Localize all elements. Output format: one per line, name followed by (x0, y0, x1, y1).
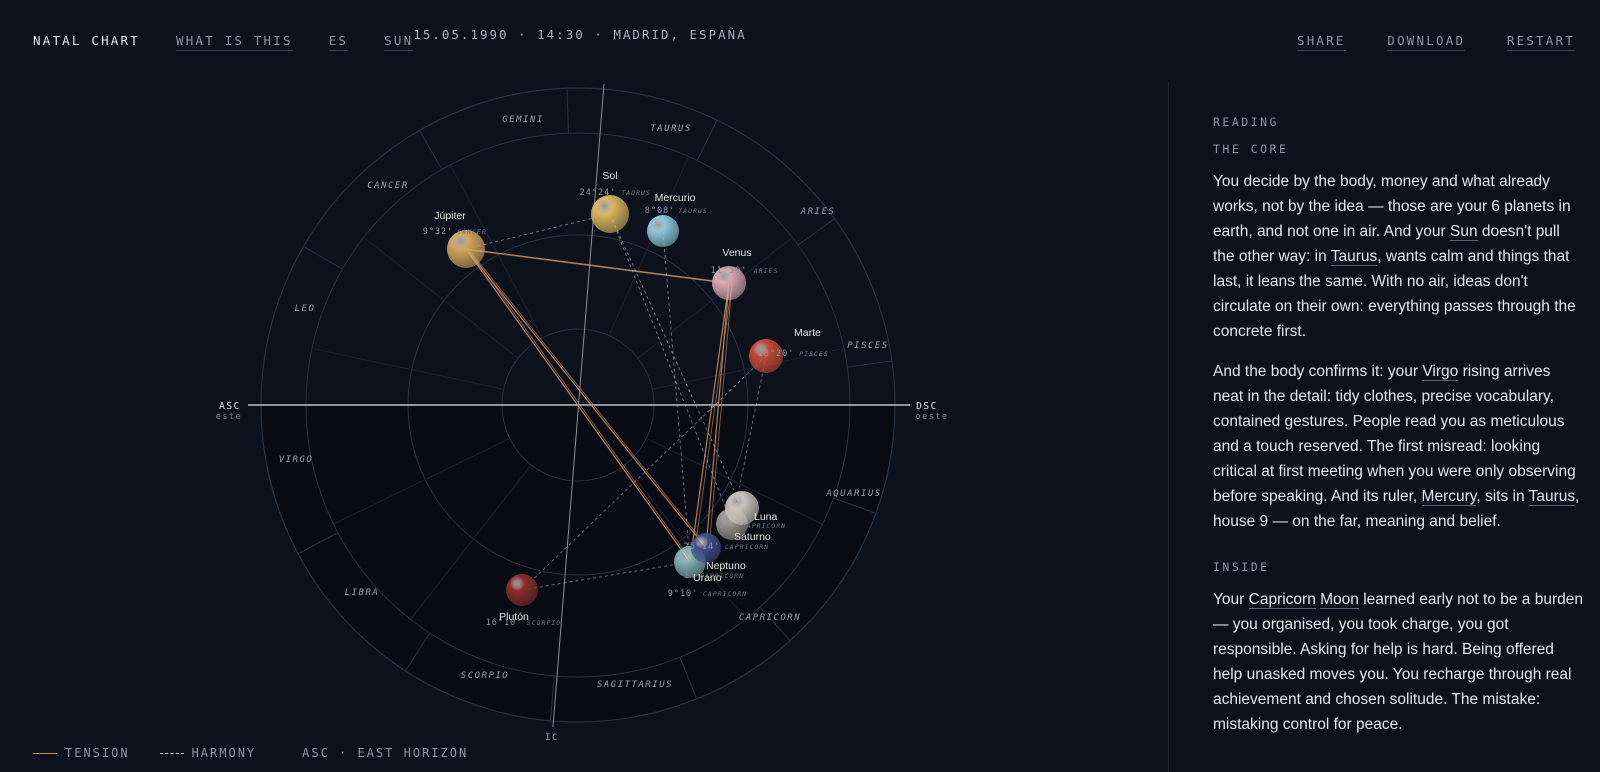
sign-label-libra: LIBRA (345, 588, 380, 598)
ic-label: IC (545, 733, 559, 743)
sign-label-aries: ARIES (800, 207, 836, 217)
planet-sign: TAURUS (621, 189, 650, 197)
panel-divider (1168, 82, 1169, 772)
sign-label-virgo: VIRGO (279, 455, 314, 465)
natal-chart-wheel[interactable]: GEMINI TAURUS ARIES PISCES AQUARIUS CAPRICORN… (0, 0, 1160, 772)
planet-sign: PISCES (799, 350, 828, 358)
sign-label-pisces: PISCES (847, 341, 889, 351)
planet-sign: SCORPIO (527, 619, 561, 627)
planet-label-saturno: Saturno (734, 531, 771, 543)
chart-legend: TENSION HARMONY ASC · EAST HORIZON (33, 746, 498, 760)
virgo-term-link[interactable]: Virgo (1422, 363, 1459, 381)
sign-label-sagittarius: SAGITTARIUS (597, 680, 673, 690)
asc-sublabel: este (216, 412, 242, 422)
planet-degree: 2° (719, 521, 731, 531)
mercury-sphere (647, 215, 679, 247)
aspect-harmony (465, 213, 611, 250)
sign-divider (797, 218, 835, 246)
harmony-line-icon (159, 752, 184, 754)
aspect-tension (468, 249, 733, 285)
sign-label-cancer: CANCER (367, 181, 409, 191)
planet-degree: 9°32' (423, 227, 454, 237)
planet-degree: 11°50' (711, 266, 748, 276)
planet-degree: 24°24' (580, 188, 617, 198)
legend-harmony: HARMONY (159, 746, 257, 760)
inside-heading: INSIDE (1213, 560, 1270, 574)
planet-degree: 16°10' (486, 618, 523, 628)
planet-label-neptuno: Neptuno (706, 560, 746, 572)
planet-label-mercurio: Mercurio (655, 192, 696, 204)
planet-label-venus: Venus (722, 247, 751, 259)
action-bar: SHARE DOWNLOAD RESTART (1265, 33, 1575, 51)
sign-label-taurus: TAURUS (650, 124, 692, 134)
planet-sign: CANCER (457, 228, 486, 236)
sign-label-gemini: GEMINI (502, 115, 544, 125)
capricorn-term-link[interactable]: Capricorn (1248, 591, 1316, 609)
sign-label-capricorn: CAPRICORN (739, 613, 801, 623)
planet-degree: 9°10' (668, 589, 699, 599)
asc-label: ASC (219, 401, 241, 412)
taurus-term-link[interactable]: Taurus (1330, 248, 1378, 266)
share-button[interactable]: SHARE (1296, 33, 1346, 51)
sign-divider (566, 88, 570, 134)
reading-label: READING (1213, 115, 1279, 129)
core-paragraph-1: You decide by the body, money and what a… (1213, 173, 1576, 340)
planet-sign: CAPRICORN (725, 543, 769, 551)
sun-term-link[interactable]: Sun (1449, 223, 1478, 241)
moon-term-link[interactable]: Moon (1320, 591, 1359, 609)
download-button[interactable]: DOWNLOAD (1387, 33, 1466, 51)
planet-sign: ARIES (753, 267, 779, 275)
sign-divider (696, 119, 718, 161)
core-heading: THE CORE (1213, 142, 1289, 156)
house-divider (311, 347, 504, 390)
planet-degree: 8°08' (645, 206, 676, 216)
sign-divider (419, 130, 443, 170)
mercury-term-link[interactable]: Mercury (1421, 488, 1477, 506)
legend-asc: ASC · EAST HORIZON (302, 746, 469, 760)
legend-tension: TENSION (33, 746, 130, 760)
lower-hemisphere (261, 405, 895, 722)
planet-label-marte: Marte (794, 327, 821, 339)
house-divider (608, 156, 690, 336)
restart-button[interactable]: RESTART (1506, 33, 1575, 51)
planet-degree: 1 (684, 571, 690, 581)
planet-degree: 25°14' (684, 542, 721, 552)
pluto-sphere (506, 574, 538, 606)
house-divider (363, 237, 519, 359)
planet-label-júpiter: Júpiter (434, 210, 466, 222)
planet-label-sol: Sol (602, 170, 617, 182)
planet-sign: TAURUS (678, 207, 707, 215)
aspect-tension (465, 248, 730, 284)
sign-label-leo: LEO (295, 304, 316, 314)
sign-divider (847, 360, 892, 368)
sign-label-aquarius: AQUARIUS (825, 489, 881, 499)
sign-divider (303, 246, 343, 270)
tension-line-icon (33, 752, 57, 754)
taurus-term-link-2[interactable]: Taurus (1528, 488, 1576, 506)
sun-sphere (591, 195, 629, 233)
planet-sign: CAPRICORN (742, 522, 786, 530)
planet-degree: 18°20' (758, 349, 795, 359)
planet-sign: CAPRICORN (703, 590, 747, 598)
inside-paragraph: Your Capricorn Moon learned early not to… (1213, 591, 1583, 733)
planet-sign: CAPRICORN (700, 572, 744, 580)
sign-label-scorpio: SCORPIO (461, 671, 509, 681)
reading-panel: READING THE CORE You decide by the body,… (1213, 115, 1583, 737)
core-paragraph-2: And the body confirms it: your Virgo ris… (1213, 363, 1580, 530)
dsc-sublabel: oeste (915, 412, 948, 422)
dsc-label: DSC (916, 401, 938, 412)
